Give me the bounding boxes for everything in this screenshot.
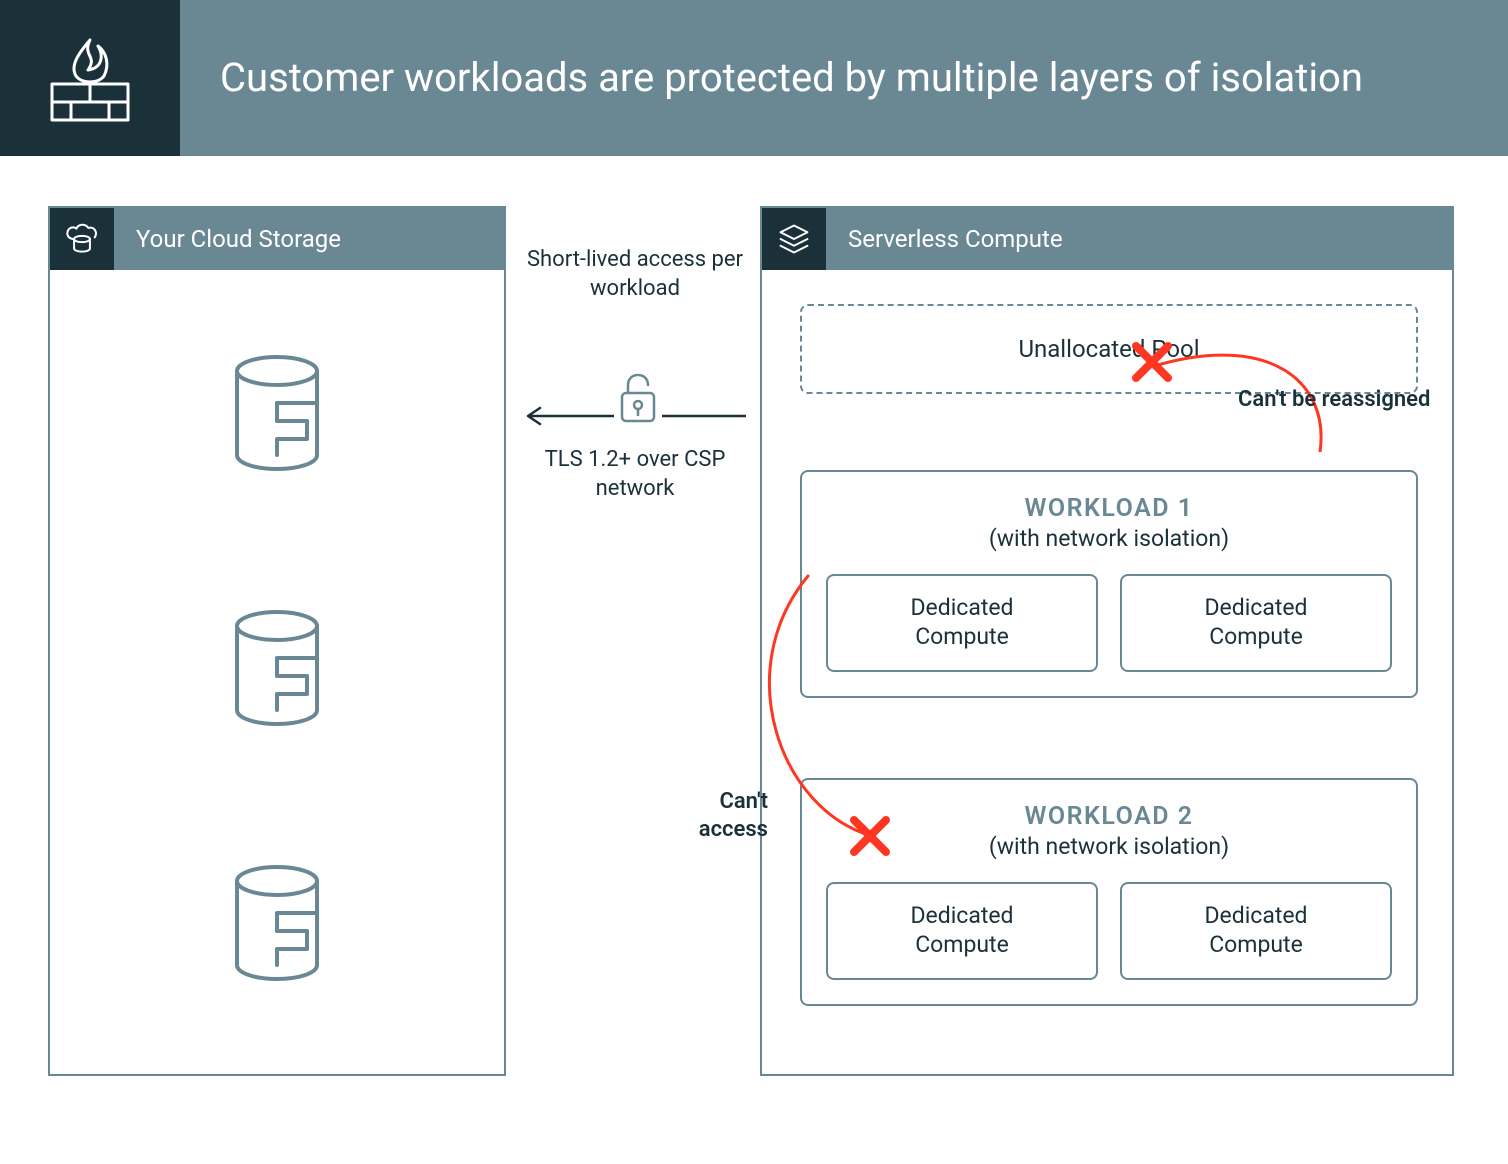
diagram-title: Customer workloads are protected by mult…: [180, 0, 1508, 156]
x-icon: [1130, 340, 1174, 384]
cloud-storage-title: Your Cloud Storage: [114, 208, 504, 270]
workload-2-subtitle: (with network isolation): [826, 833, 1392, 860]
serverless-compute-title-text: Serverless Compute: [848, 225, 1063, 253]
unallocated-pool: Unallocated Pool: [800, 304, 1418, 394]
workload-1-subtitle: (with network isolation): [826, 525, 1392, 552]
workload-2-title: WORKLOAD 2: [826, 802, 1392, 831]
diagram-header: Customer workloads are protected by mult…: [0, 0, 1508, 156]
layers-icon: [762, 208, 826, 270]
serverless-compute-header: Serverless Compute: [762, 208, 1452, 270]
cloud-storage-header: Your Cloud Storage: [50, 208, 504, 270]
cant-reassign-label: Can't be reassigned: [1238, 386, 1430, 414]
workload-1-compute-row: DedicatedCompute DedicatedCompute: [826, 574, 1392, 672]
workload-2-compute-row: DedicatedCompute DedicatedCompute: [826, 882, 1392, 980]
database-icon: [229, 610, 325, 734]
database-icon: [229, 355, 325, 479]
cloud-database-icon: [50, 208, 114, 270]
workload-2: WORKLOAD 2 (with network isolation) Dedi…: [800, 778, 1418, 1006]
workload-1-title: WORKLOAD 1: [826, 494, 1392, 523]
diagram-canvas: Your Cloud Storage: [0, 156, 1508, 1164]
lock-icon: [614, 369, 662, 425]
cant-access-label: Can't access: [688, 788, 768, 843]
dedicated-compute: DedicatedCompute: [826, 574, 1098, 672]
dedicated-compute: DedicatedCompute: [826, 882, 1098, 980]
arrow-label-above: Short-lived access per workload: [520, 246, 750, 303]
dedicated-compute: DedicatedCompute: [1120, 882, 1392, 980]
database-icon: [229, 865, 325, 989]
dedicated-compute: DedicatedCompute: [1120, 574, 1392, 672]
x-icon: [848, 814, 892, 858]
workload-1: WORKLOAD 1 (with network isolation) Dedi…: [800, 470, 1418, 698]
cloud-storage-panel: Your Cloud Storage: [48, 206, 506, 1076]
serverless-compute-title: Serverless Compute: [826, 208, 1452, 270]
serverless-compute-panel: Serverless Compute Unallocated Pool WORK…: [760, 206, 1454, 1076]
diagram-title-text: Customer workloads are protected by mult…: [220, 53, 1363, 103]
arrow-label-below: TLS 1.2+ over CSP network: [520, 446, 750, 503]
firewall-icon: [0, 0, 180, 156]
storage-icon-stack: [50, 270, 504, 1074]
cloud-storage-title-text: Your Cloud Storage: [136, 225, 341, 253]
